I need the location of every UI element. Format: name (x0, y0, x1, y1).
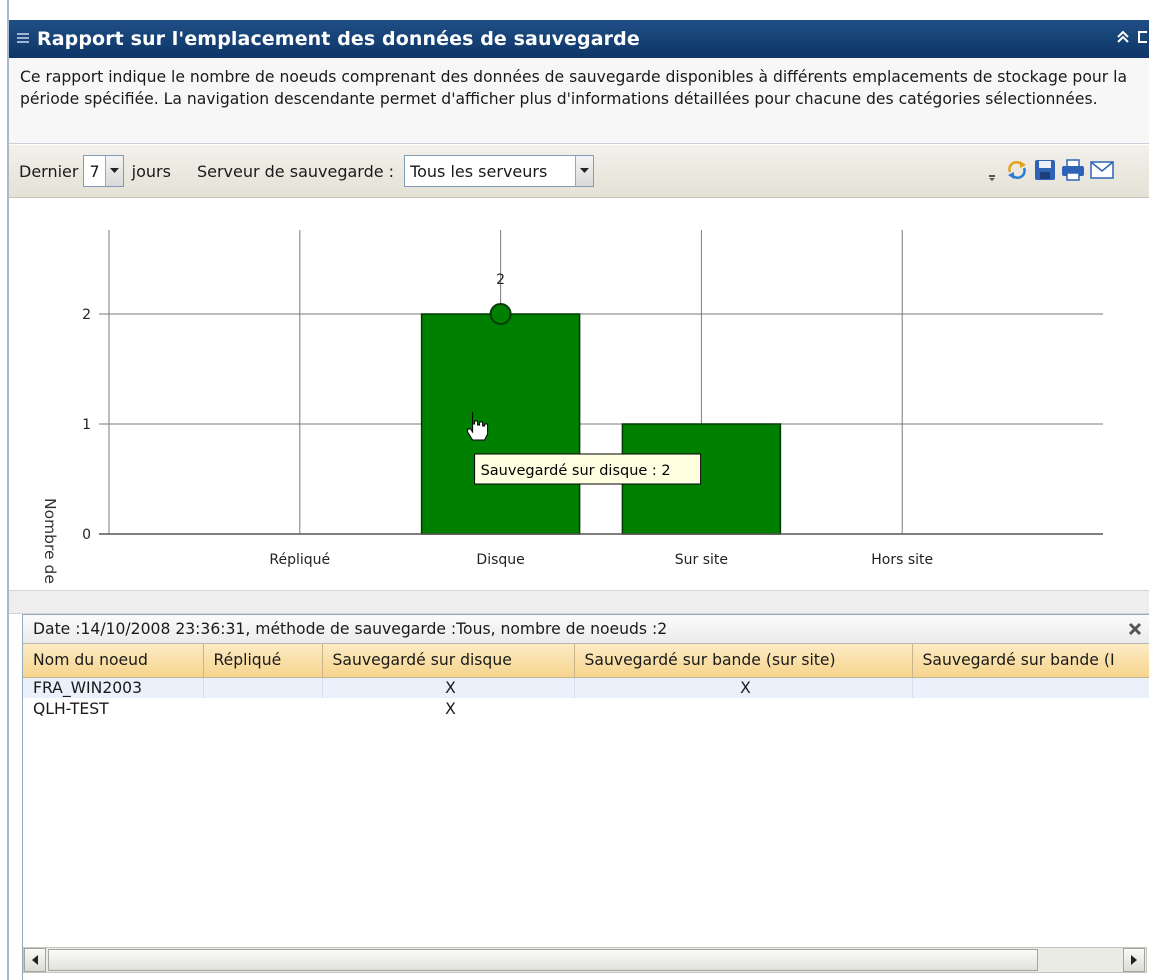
y-tick-label: 0 (82, 527, 91, 543)
table-cell: FRA_WIN2003 (23, 677, 204, 698)
table-cell (574, 698, 912, 719)
maximize-icon[interactable] (1137, 29, 1149, 49)
print-icon[interactable] (1061, 158, 1085, 185)
refresh-icon[interactable] (1005, 158, 1029, 186)
report-description: Ce rapport indique le nombre de noeuds c… (9, 58, 1149, 144)
x-tick-label: Hors site (871, 552, 933, 568)
column-header[interactable]: Répliqué (203, 644, 323, 678)
table-cell: X (445, 699, 456, 718)
table-row[interactable]: FRA_WIN2003 X X (23, 677, 1149, 698)
scroll-thumb[interactable] (48, 949, 1038, 971)
data-label: 2 (496, 272, 505, 288)
last-label: Dernier (19, 161, 79, 181)
hover-marker (489, 303, 512, 325)
x-tick-label: Répliqué (269, 552, 330, 568)
table-cell: X (322, 677, 575, 698)
bar (420, 313, 581, 535)
email-icon[interactable] (1090, 160, 1114, 183)
x-tick-label: Sur site (675, 552, 728, 568)
toolbar-grip-icon (989, 175, 995, 181)
column-header[interactable]: Sauvegardé sur disque (322, 644, 575, 678)
drag-handle-icon[interactable] (9, 32, 37, 46)
x-tick-label: Disque (476, 552, 524, 568)
server-value: Tous les serveurs (410, 161, 548, 181)
server-select[interactable]: Tous les serveurs (404, 155, 595, 187)
details-panel: Date :14/10/2008 23:36:31, méthode de sa… (22, 614, 1149, 980)
table-row[interactable]: QLH-TEST X (23, 698, 1149, 719)
table-cell (912, 677, 1149, 698)
days-value: 7 (89, 161, 100, 181)
table-cell (912, 698, 1149, 719)
dropdown-arrow-icon[interactable] (104, 156, 123, 186)
days-label: jours (131, 161, 171, 181)
horizontal-scrollbar[interactable] (23, 947, 1147, 973)
filter-toolbar: Dernier 7 jours Serveur de sauvegarde : … (9, 145, 1149, 198)
column-header[interactable]: Nom du noeud (23, 644, 204, 678)
chart-area: 0 1 2 Répliqué Disque Sur site Hors site 2 Sauve… (9, 198, 1149, 645)
scroll-left-icon[interactable] (24, 948, 46, 972)
bar-chart: 0 1 2 Répliqué Disque Sur site Hors site 2 Sauve… (82, 230, 1103, 568)
details-table: Nom du noeud Répliqué Sauvegardé sur dis… (23, 644, 1149, 719)
close-icon[interactable] (1125, 619, 1145, 639)
dropdown-arrow-icon[interactable] (575, 156, 594, 186)
details-summary: Date :14/10/2008 23:36:31, méthode de sa… (33, 620, 668, 638)
y-tick-label: 2 (82, 307, 91, 323)
scroll-right-icon[interactable] (1123, 948, 1145, 972)
save-icon[interactable] (1034, 159, 1056, 185)
splitter[interactable] (9, 590, 1149, 614)
toolbar-actions (969, 145, 1149, 198)
days-select[interactable]: 7 (83, 155, 124, 187)
table-header-row: Nom du noeud Répliqué Sauvegardé sur dis… (23, 644, 1149, 678)
column-header[interactable]: Sauvegardé sur bande (I (912, 644, 1149, 678)
panel-titlebar: Rapport sur l'emplacement des données de… (9, 20, 1149, 58)
y-tick-label: 1 (82, 417, 91, 433)
server-label: Serveur de sauvegarde : (196, 161, 395, 181)
details-header: Date :14/10/2008 23:36:31, méthode de sa… (23, 615, 1149, 644)
table-cell: QLH-TEST (33, 699, 109, 718)
table-cell (203, 677, 323, 698)
panel-title: Rapport sur l'emplacement des données de… (37, 28, 640, 50)
collapse-icon[interactable] (1115, 29, 1131, 49)
tooltip-text: Sauvegardé sur disque : 2 (481, 463, 671, 479)
table-cell: X (574, 677, 913, 698)
table-cell (203, 698, 322, 719)
column-header[interactable]: Sauvegardé sur bande (sur site) (574, 644, 913, 678)
